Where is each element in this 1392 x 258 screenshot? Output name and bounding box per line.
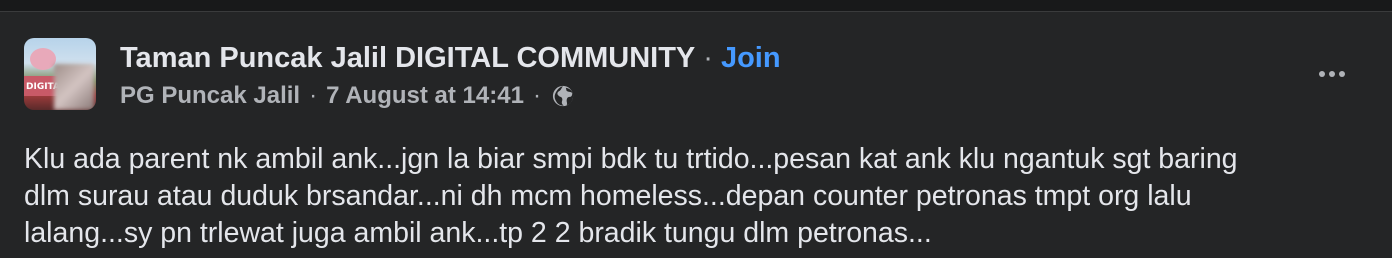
join-button[interactable]: Join bbox=[721, 42, 781, 74]
header-separator: · bbox=[703, 42, 713, 74]
post-text-line: Klu ada parent nk ambil ank...jgn la bia… bbox=[24, 143, 1238, 175]
more-options-button[interactable] bbox=[1315, 61, 1349, 87]
avatar-graphic bbox=[30, 48, 56, 70]
post-text-line: dlm surau atau duduk brsandar...ni dh mc… bbox=[24, 180, 1192, 212]
group-post: DIGITAL Taman Puncak Jalil DIGITAL COMMU… bbox=[0, 13, 1392, 258]
meta-separator: · bbox=[309, 82, 318, 109]
author-name-link[interactable]: PG Puncak Jalil bbox=[120, 80, 300, 112]
globe-icon[interactable] bbox=[552, 85, 574, 107]
more-options-icon bbox=[1319, 71, 1345, 77]
post-meta: PG Puncak Jalil · 7 August at 14:41 · bbox=[120, 80, 574, 112]
timestamp-link[interactable]: 7 August at 14:41 bbox=[326, 80, 524, 112]
post-header: Taman Puncak Jalil DIGITAL COMMUNITY · Joi… bbox=[120, 40, 781, 76]
feed-divider bbox=[0, 0, 1392, 12]
group-avatar[interactable]: DIGITAL bbox=[24, 38, 96, 110]
post-body: Klu ada parent nk ambil ank...jgn la bia… bbox=[24, 141, 1364, 252]
group-name-link[interactable]: Taman Puncak Jalil DIGITAL COMMUNITY bbox=[120, 42, 695, 74]
profile-picture-blurred bbox=[54, 64, 94, 110]
post-text-line: lalang...sy pn trlewat juga ambil ank...… bbox=[24, 217, 932, 249]
meta-separator: · bbox=[532, 82, 541, 109]
